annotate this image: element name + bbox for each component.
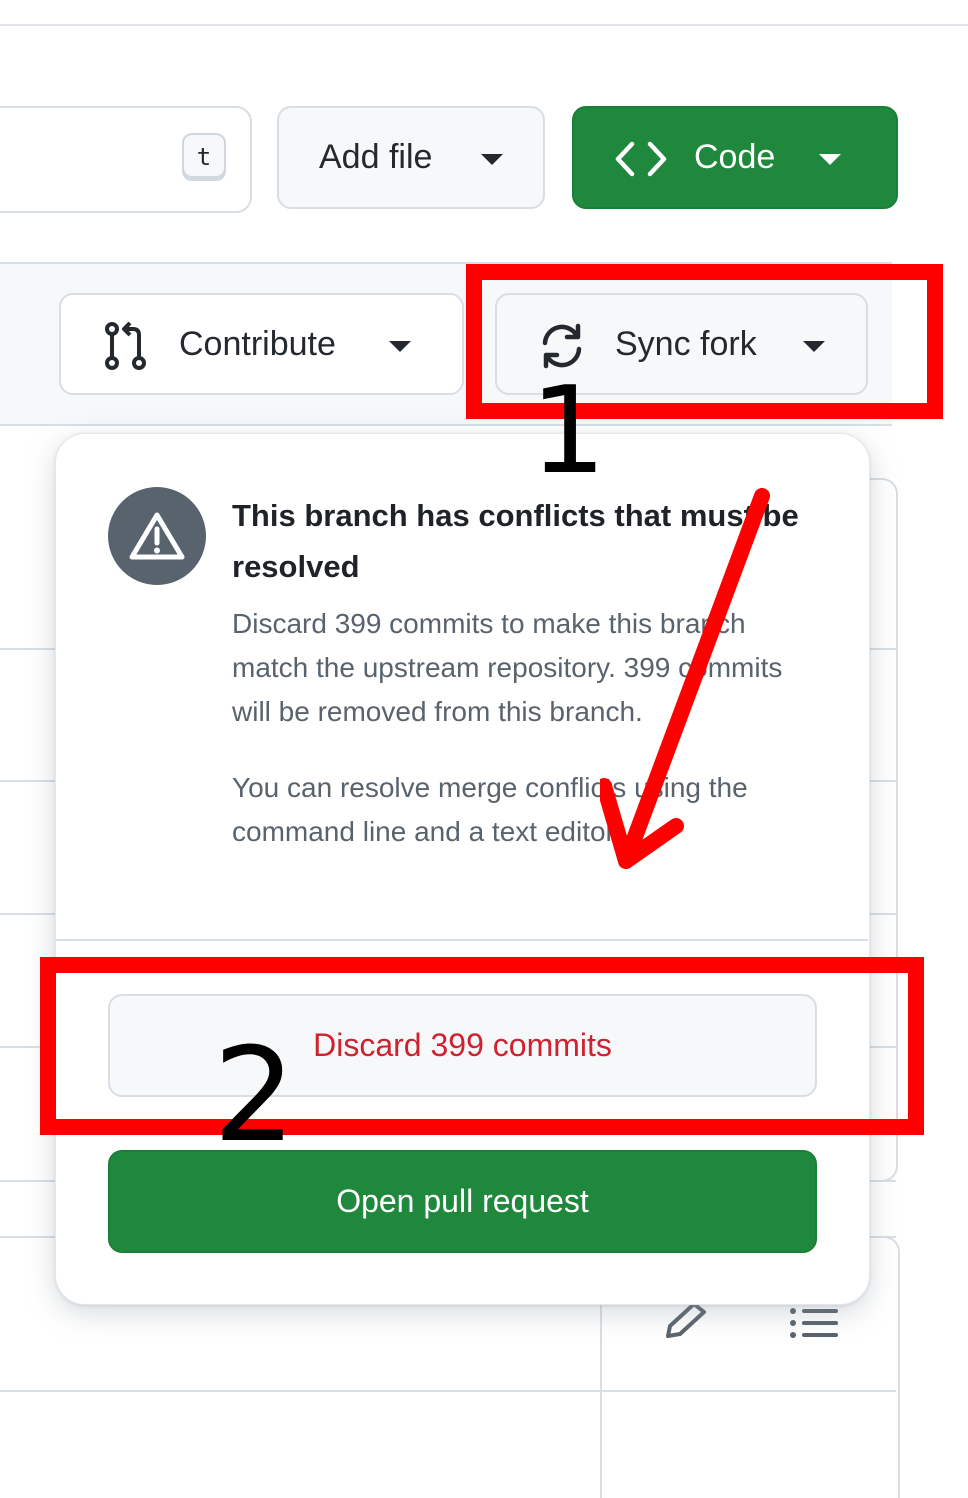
git-pull-request-icon [105, 321, 146, 370]
pencil-icon[interactable] [662, 1300, 710, 1342]
triangle-down-icon [819, 154, 841, 165]
alert-badge [108, 487, 206, 585]
triangle-down-icon [481, 154, 503, 165]
keyboard-shortcut-hint: t [182, 133, 226, 181]
list-unordered-icon[interactable] [788, 1306, 840, 1340]
popover-divider [56, 939, 868, 941]
code-label: Code [694, 138, 776, 176]
top-divider [0, 24, 968, 26]
annotation-box-discard [40, 957, 924, 1135]
list-row-divider [0, 1390, 896, 1392]
alert-icon [129, 512, 185, 560]
annotation-step-2: 2 [213, 1019, 296, 1171]
add-file-button[interactable]: Add file [277, 106, 545, 209]
code-icon [615, 141, 667, 177]
contribute-button[interactable]: Contribute [59, 293, 464, 395]
open-pull-request-label: Open pull request [336, 1183, 589, 1219]
contribute-label: Contribute [179, 324, 336, 363]
annotation-arrow [600, 488, 770, 869]
triangle-down-icon [389, 341, 411, 352]
code-button[interactable]: Code [572, 106, 898, 209]
add-file-label: Add file [319, 138, 433, 176]
annotation-step-1: 1 [530, 362, 607, 501]
